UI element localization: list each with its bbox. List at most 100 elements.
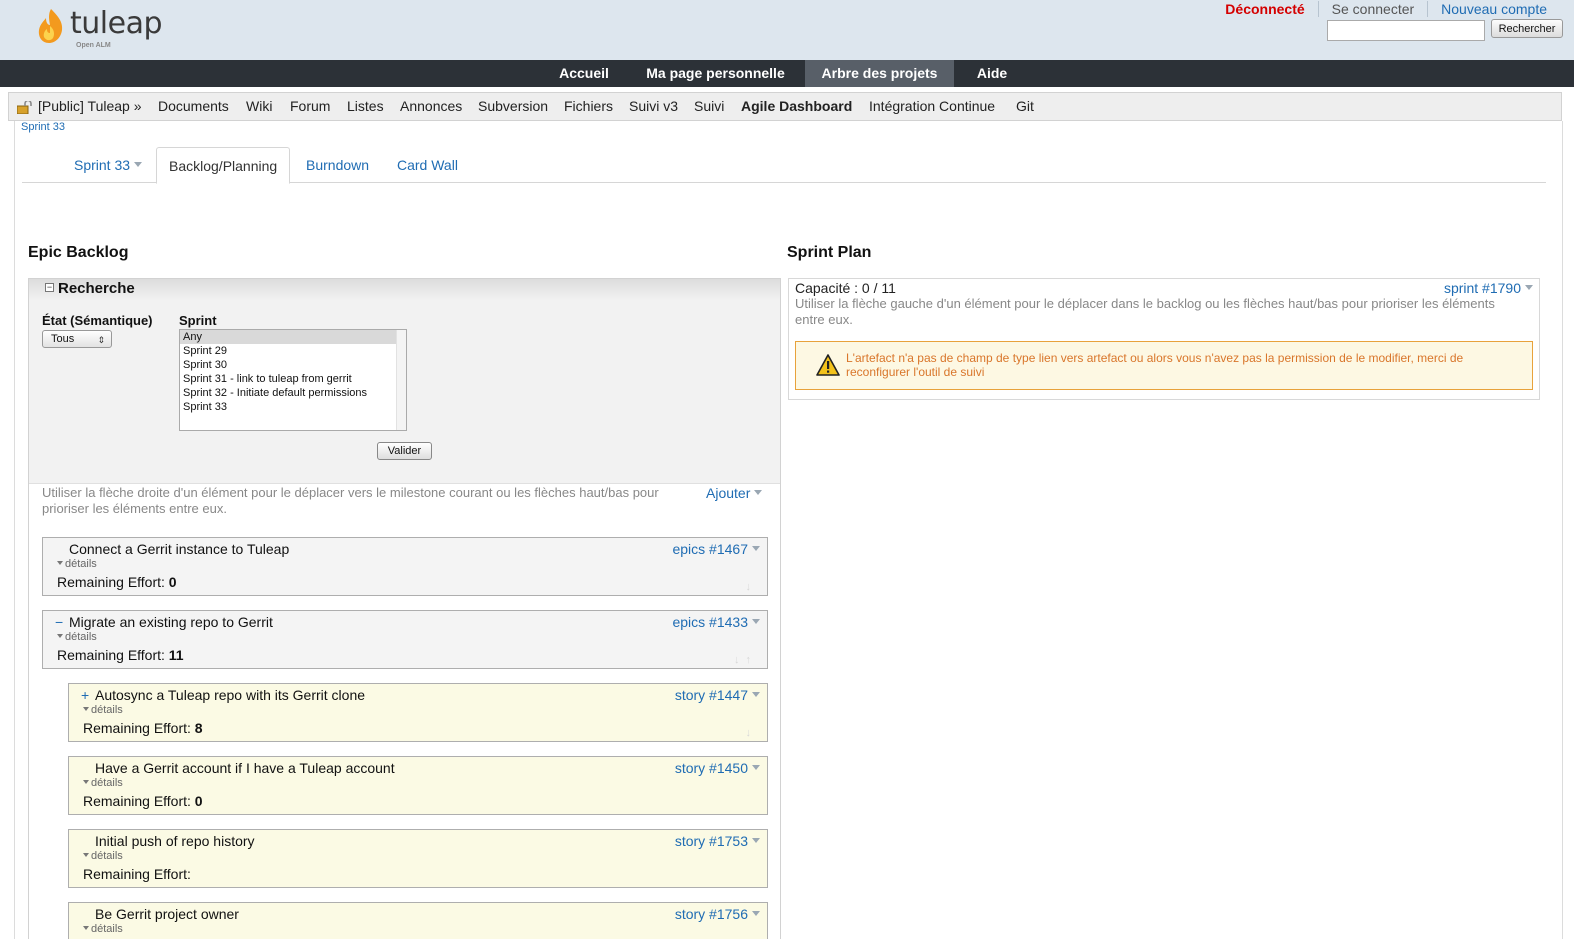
tab-burndown[interactable]: Burndown [306, 147, 369, 183]
service-listes[interactable]: Listes [347, 93, 384, 120]
tab-card-wall[interactable]: Card Wall [397, 147, 458, 183]
sprint-plan-panel: Capacité : 0 / 11 sprint #1790 Utiliser … [788, 278, 1540, 400]
remaining-effort: Remaining Effort: 8 [83, 720, 203, 736]
warning-message: L'artefact n'a pas de champ de type lien… [795, 341, 1533, 390]
sprint-plan-title: Sprint Plan [787, 244, 872, 261]
details-label: détails [91, 850, 123, 862]
backlog-item-story[interactable]: + Autosync a Tuleap repo with its Gerrit… [68, 683, 768, 742]
item-title[interactable]: Initial push of repo history [95, 833, 255, 849]
item-title[interactable]: Be Gerrit project owner [95, 906, 239, 922]
sprint-option[interactable]: Any [180, 330, 396, 344]
nav-arbre-projets[interactable]: Arbre des projets [805, 60, 954, 87]
tuleap-logo[interactable]: tuleap Open ALM [36, 6, 166, 50]
item-id-label: story #1450 [674, 760, 748, 776]
tab-backlog-planning[interactable]: Backlog/Planning [156, 147, 291, 184]
add-item-menu[interactable]: Ajouter [706, 485, 763, 501]
collapse-toggle-icon[interactable]: − [45, 283, 54, 292]
nav-ma-page[interactable]: Ma page personnelle [632, 60, 799, 87]
item-id-link[interactable]: story #1447 [675, 687, 760, 703]
service-agile-dashboard[interactable]: Agile Dashboard [741, 93, 852, 120]
item-title[interactable]: Connect a Gerrit instance to Tuleap [69, 541, 289, 557]
details-toggle[interactable]: détails [57, 558, 97, 570]
item-id-link[interactable]: story #1756 [675, 906, 760, 922]
backlog-item-story[interactable]: Be Gerrit project owner story #1756 déta… [68, 902, 768, 939]
chevron-down-icon [752, 545, 760, 551]
chevron-down-icon [752, 618, 760, 624]
item-id-link[interactable]: epics #1467 [672, 541, 760, 557]
details-toggle[interactable]: détails [83, 777, 123, 789]
caret-down-icon [83, 780, 89, 785]
item-id-label: story #1447 [674, 687, 748, 703]
sprint-option[interactable]: Sprint 32 - Initiate default permissions [180, 386, 396, 400]
project-name-link[interactable]: [Public] Tuleap » [38, 93, 142, 120]
backlog-item-epic[interactable]: Connect a Gerrit instance to Tuleap epic… [42, 537, 768, 596]
up-down-arrows-icon[interactable]: ↓↑ [734, 654, 757, 666]
logo-text: tuleap [70, 6, 163, 41]
service-subversion[interactable]: Subversion [478, 93, 548, 120]
down-arrow-icon[interactable]: ↓ [746, 727, 758, 739]
remaining-effort: Remaining Effort: 0 [83, 793, 203, 809]
chevron-down-icon [752, 764, 760, 770]
item-title[interactable]: Migrate an existing repo to Gerrit [69, 614, 273, 630]
search-input[interactable] [1327, 20, 1485, 41]
caret-down-icon [83, 853, 89, 858]
item-id-label: story #1753 [674, 833, 748, 849]
tab-sprint-33[interactable]: Sprint 33 [74, 147, 143, 183]
service-git[interactable]: Git [1016, 93, 1034, 120]
item-id-link[interactable]: story #1450 [675, 760, 760, 776]
sprint-option[interactable]: Sprint 33 [180, 400, 396, 414]
flame-logo-icon [38, 9, 63, 43]
sprint-option[interactable]: Sprint 29 [180, 344, 396, 358]
service-documents[interactable]: Documents [158, 93, 229, 120]
nav-accueil[interactable]: Accueil [543, 60, 625, 87]
main-navigation: Accueil Ma page personnelle Arbre des pr… [0, 60, 1574, 87]
service-annonces[interactable]: Annonces [400, 93, 462, 120]
logout-status: Déconnecté [1225, 1, 1305, 17]
valider-button[interactable]: Valider [377, 442, 432, 460]
item-id-link[interactable]: epics #1433 [672, 614, 760, 630]
backlog-item-story[interactable]: Have a Gerrit account if I have a Tuleap… [68, 756, 768, 815]
nav-aide[interactable]: Aide [962, 60, 1022, 87]
service-wiki[interactable]: Wiki [246, 93, 272, 120]
service-suivi-v3[interactable]: Suivi v3 [629, 93, 678, 120]
etat-select-value: Tous [51, 333, 75, 345]
tab-sprint-33-label: Sprint 33 [74, 157, 131, 173]
down-arrow-icon[interactable]: ↓ [746, 581, 758, 593]
sprint-id-link[interactable]: sprint #1790 [1444, 280, 1533, 296]
details-toggle[interactable]: détails [57, 631, 97, 643]
item-title[interactable]: Autosync a Tuleap repo with its Gerrit c… [95, 687, 365, 703]
item-title[interactable]: Have a Gerrit account if I have a Tuleap… [95, 760, 395, 776]
collapse-children-icon[interactable]: − [55, 614, 63, 630]
service-suivi[interactable]: Suivi [694, 93, 724, 120]
login-link[interactable]: Se connecter [1317, 1, 1428, 17]
sprint-option[interactable]: Sprint 30 [180, 358, 396, 372]
details-label: détails [91, 923, 123, 935]
new-account-link[interactable]: Nouveau compte [1427, 1, 1560, 17]
remaining-effort: Remaining Effort: 0 [57, 574, 177, 590]
epic-backlog-panel: − Recherche État (Sémantique) Sprint Tou… [28, 278, 781, 939]
details-toggle[interactable]: détails [83, 923, 123, 935]
item-id-label: epics #1467 [672, 541, 748, 557]
chevron-down-icon [1525, 284, 1533, 290]
backlog-item-story[interactable]: Initial push of repo history story #1753… [68, 829, 768, 888]
caret-down-icon [83, 707, 89, 712]
project-navigation: [Public] Tuleap » Documents Wiki Forum L… [8, 92, 1562, 121]
details-toggle[interactable]: détails [83, 704, 123, 716]
service-fichiers[interactable]: Fichiers [564, 93, 613, 120]
sprint-list-scrollbar[interactable] [396, 330, 406, 430]
breadcrumb[interactable]: Sprint 33 [21, 121, 65, 133]
etat-select[interactable]: Tous ⇕ [42, 330, 112, 348]
service-forum[interactable]: Forum [290, 93, 330, 120]
warning-icon [816, 354, 840, 376]
sprint-option[interactable]: Sprint 31 - link to tuleap from gerrit [180, 372, 396, 386]
sprint-multiselect[interactable]: Any Sprint 29 Sprint 30 Sprint 31 - link… [179, 329, 407, 431]
item-id-link[interactable]: story #1753 [675, 833, 760, 849]
service-integration-continue[interactable]: Intégration Continue [869, 93, 995, 120]
details-toggle[interactable]: détails [83, 850, 123, 862]
top-header: tuleap Open ALM Déconnecté Se connecter … [0, 0, 1574, 60]
expand-children-icon[interactable]: + [81, 687, 89, 703]
search-button[interactable]: Rechercher [1491, 19, 1563, 38]
effort-value: 0 [168, 574, 177, 590]
effort-label: Remaining Effort: [83, 720, 191, 736]
backlog-item-epic[interactable]: − Migrate an existing repo to Gerrit epi… [42, 610, 768, 669]
